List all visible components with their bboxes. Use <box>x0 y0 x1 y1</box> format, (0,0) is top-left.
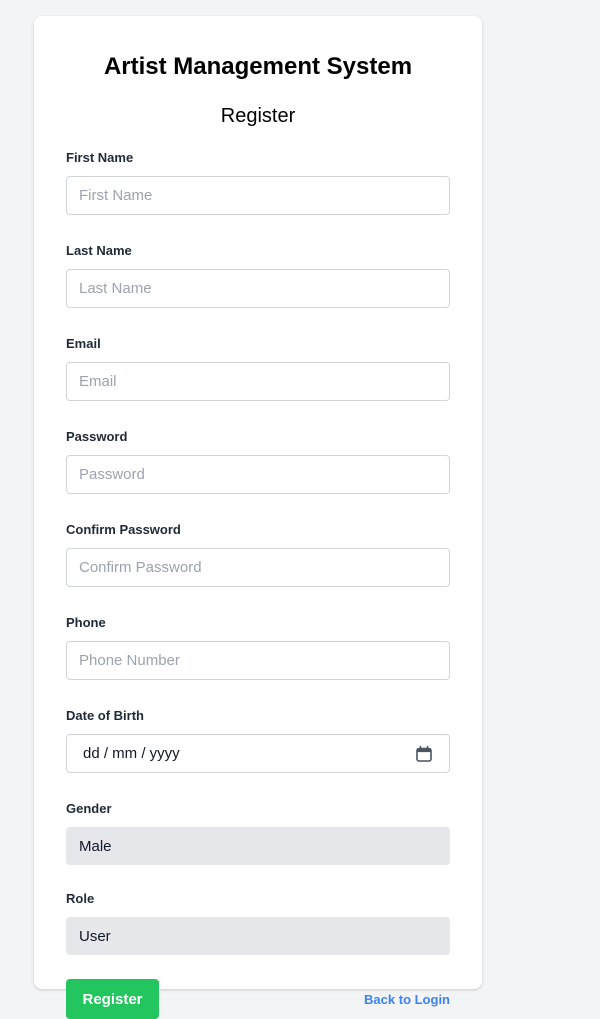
first-name-field: First Name <box>66 150 450 215</box>
role-label: Role <box>66 891 95 906</box>
email-field: Email <box>66 336 450 401</box>
form-actions: Register Back to Login <box>66 979 450 1019</box>
phone-field: Phone <box>66 615 450 680</box>
confirm-password-field: Confirm Password <box>66 522 450 587</box>
email-label: Email <box>66 336 101 351</box>
gender-label: Gender <box>66 801 112 816</box>
last-name-label: Last Name <box>66 243 132 258</box>
confirm-password-input[interactable] <box>66 548 450 587</box>
register-card: Artist Management System Register First … <box>34 16 482 1019</box>
dob-label: Date of Birth <box>66 708 144 723</box>
register-button[interactable]: Register <box>66 979 159 1019</box>
gender-select[interactable]: Male <box>66 827 450 865</box>
role-selected-value: User <box>79 927 111 945</box>
form-title: Register <box>220 105 296 127</box>
role-select[interactable]: User <box>66 917 450 955</box>
dob-format-text: dd / mm / yyyy <box>83 745 180 762</box>
first-name-label: First Name <box>66 150 134 165</box>
gender-field: Gender Male <box>66 801 450 865</box>
register-form: First Name Last Name Email Password Conf… <box>66 150 450 1019</box>
app-title: Artist Management System <box>103 53 413 80</box>
email-input[interactable] <box>66 362 450 401</box>
phone-input[interactable] <box>66 641 450 680</box>
phone-label: Phone <box>66 615 106 630</box>
gender-selected-value: Male <box>79 837 112 855</box>
dob-input[interactable]: dd / mm / yyyy <box>66 734 450 773</box>
back-to-login-link[interactable]: Back to Login <box>364 992 450 1007</box>
first-name-input[interactable] <box>66 176 450 215</box>
password-field: Password <box>66 429 450 494</box>
last-name-input[interactable] <box>66 269 450 308</box>
password-label: Password <box>66 429 128 444</box>
last-name-field: Last Name <box>66 243 450 308</box>
dob-field: Date of Birth dd / mm / yyyy <box>66 708 450 773</box>
password-input[interactable] <box>66 455 450 494</box>
confirm-password-label: Confirm Password <box>66 522 181 537</box>
role-field: Role User <box>66 891 450 955</box>
calendar-icon[interactable] <box>415 745 433 763</box>
